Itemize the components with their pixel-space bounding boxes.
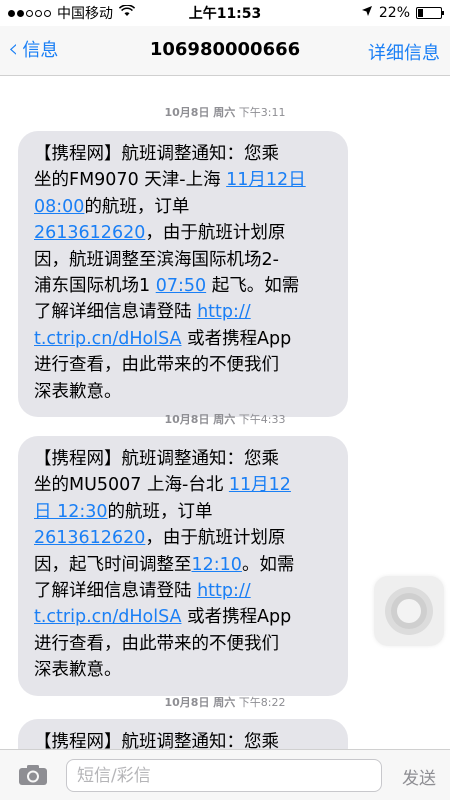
- message-line: 日 12:30的航班，订单: [34, 499, 334, 525]
- wifi-icon: [118, 4, 136, 21]
- message-bubble[interactable]: 【携程网】航班调整通知：您乘 坐的FM9070 天津-上海 11月12日 08:00…: [18, 131, 348, 418]
- back-button-label: 信息: [22, 40, 59, 61]
- carrier-name: 中国移动: [57, 6, 113, 22]
- message-line: t.ctrip.cn/dHolSA 或者携程App: [34, 326, 334, 352]
- message-line: 2613612620，由于航班计划原: [34, 525, 334, 551]
- message-text: 或者携程App: [181, 328, 292, 349]
- message-text: 或者携程App: [181, 607, 292, 628]
- status-bar: 中国移动 上午11:53 22%: [0, 0, 450, 26]
- nav-bar: ‹ 信息 106980000666 详细信息: [0, 26, 450, 76]
- message-text: 浦东国际机场1: [34, 276, 156, 297]
- message-link[interactable]: t.ctrip.cn/dHolSA: [34, 607, 182, 627]
- message-text: 。如需: [241, 554, 295, 575]
- message-line: 深表歉意。: [34, 657, 334, 683]
- message-text: 进行查看，由此带来的不便我们: [34, 355, 279, 376]
- chevron-left-icon: ‹: [8, 34, 19, 64]
- message-text: 因，航班调整至滨海国际机场2-: [34, 249, 279, 270]
- message-text: 【携程网】航班调整通知：您乘: [34, 732, 279, 749]
- message-text: 坐的FM9070 天津-上海: [34, 170, 227, 191]
- battery-percent: 22%: [378, 5, 410, 21]
- message-line: 【携程网】航班调整通知：您乘: [34, 729, 334, 749]
- message-text: ，由于航班计划原: [145, 528, 286, 549]
- message-link[interactable]: http://: [197, 302, 251, 322]
- message-link[interactable]: 2613612620: [34, 223, 145, 243]
- message-input[interactable]: [66, 759, 382, 792]
- message-line: 因，航班调整至滨海国际机场2-: [34, 247, 334, 273]
- message-line: 进行查看，由此带来的不便我们: [34, 631, 334, 657]
- message-text: 深表歉意。: [34, 381, 122, 402]
- message-text: 【携程网】航班调整通知：您乘: [34, 449, 279, 469]
- message-line: 因，起飞时间调整至12:10。如需: [34, 552, 334, 578]
- message-line: 进行查看，由此带来的不便我们: [34, 352, 334, 378]
- details-button[interactable]: 详细信息: [368, 39, 440, 65]
- message-text: 深表歉意。: [34, 660, 122, 681]
- message-link[interactable]: 12:10: [192, 555, 242, 575]
- signal-strength-icon: [8, 9, 51, 17]
- message-timestamp: 10月8日 周六 下午4:33: [164, 413, 286, 426]
- message-text: 因，起飞时间调整至: [34, 554, 192, 575]
- assistive-touch-button[interactable]: [374, 576, 444, 646]
- message-line: 08:00的航班，订单: [34, 194, 334, 220]
- message-line: 深表歉意。: [34, 379, 334, 405]
- message-text: 的航班，订单: [84, 196, 190, 217]
- message-thread[interactable]: 10月8日 周六 下午3:11 【携程网】航班调整通知：您乘 坐的FM9070 天…: [0, 77, 450, 749]
- message-line: 坐的FM9070 天津-上海 11月12日: [34, 167, 334, 193]
- battery-icon: [416, 7, 444, 19]
- message-link[interactable]: t.ctrip.cn/dHolSA: [34, 329, 182, 349]
- message-timestamp: 10月8日 周六 下午8:22: [164, 696, 286, 709]
- message-line: 坐的MU5007 上海-台北 11月12: [34, 472, 334, 498]
- message-text: 进行查看，由此带来的不便我们: [34, 633, 279, 654]
- message-line: 【携程网】航班调整通知：您乘: [34, 141, 334, 167]
- send-button[interactable]: 发送: [402, 764, 436, 789]
- message-text: 了解详细信息请登陆: [34, 302, 198, 323]
- message-link[interactable]: 11月12: [229, 475, 291, 495]
- message-bubble[interactable]: 【携程网】航班调整通知：您乘 坐的MU5007 上海-台北 11月12 日 12:3…: [18, 436, 348, 696]
- camera-icon[interactable]: [18, 764, 48, 786]
- message-line: 浦东国际机场1 07:50 起飞。如需: [34, 273, 334, 299]
- message-text: 了解详细信息请登陆: [34, 581, 198, 602]
- message-link[interactable]: http://: [197, 581, 251, 601]
- message-text: 坐的MU5007 上海-台北: [34, 475, 229, 496]
- message-line: 了解详细信息请登陆 http://: [34, 299, 334, 325]
- message-line: 【携程网】航班调整通知：您乘: [34, 446, 334, 472]
- back-button[interactable]: ‹ 信息: [8, 36, 58, 62]
- message-link[interactable]: 2613612620: [34, 528, 145, 548]
- compose-bar: 发送: [0, 749, 450, 800]
- message-line: 了解详细信息请登陆 http://: [34, 578, 334, 604]
- message-link[interactable]: 07:50: [156, 276, 206, 296]
- message-link[interactable]: 日 12:30: [34, 502, 108, 522]
- location-arrow-icon: [361, 5, 373, 21]
- message-link[interactable]: 11月12日: [226, 170, 306, 190]
- message-text: 的航班，订单: [107, 501, 213, 522]
- message-text: 【携程网】航班调整通知：您乘: [34, 144, 279, 164]
- message-link[interactable]: 08:00: [34, 197, 84, 217]
- message-text: 起飞。如需: [206, 276, 300, 297]
- message-text: ，由于航班计划原: [145, 223, 286, 244]
- message-line: 2613612620，由于航班计划原: [34, 220, 334, 246]
- message-timestamp: 10月8日 周六 下午3:11: [164, 106, 286, 119]
- message-line: t.ctrip.cn/dHolSA 或者携程App: [34, 604, 334, 630]
- message-bubble[interactable]: 【携程网】航班调整通知：您乘: [18, 719, 348, 749]
